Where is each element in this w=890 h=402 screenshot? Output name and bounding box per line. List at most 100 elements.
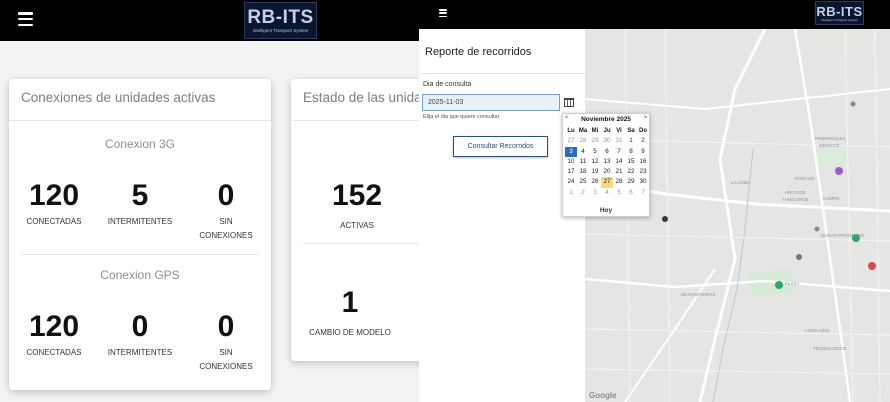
- section-title-3g: Conexion 3G: [104, 137, 176, 151]
- brand-logo: RB-ITS Intelligent Transport System: [815, 1, 864, 25]
- park-area: [815, 147, 847, 167]
- calendar-day[interactable]: 29: [589, 136, 601, 146]
- calendar-day[interactable]: 26: [589, 177, 601, 187]
- poi-marker[interactable]: [775, 281, 783, 289]
- calendar-day[interactable]: 23: [637, 167, 649, 177]
- metric-active-units: 152 ACTIVAS: [301, 181, 413, 233]
- calendar-icon: [564, 97, 574, 107]
- map-label: Campo: [823, 196, 840, 201]
- metric-label: INTERMITENTES: [107, 348, 173, 357]
- map-attribution: Google: [589, 391, 617, 400]
- calendar-day[interactable]: 22: [625, 167, 637, 177]
- calendar-day[interactable]: 1: [565, 188, 577, 198]
- calendar-day[interactable]: 29: [625, 177, 637, 187]
- calendar-day[interactable]: 16: [637, 157, 649, 167]
- calendar-weekday: Lu: [567, 128, 575, 134]
- calendar-day[interactable]: 15: [625, 157, 637, 167]
- metric-label-line2: CONEXIONES: [199, 362, 253, 371]
- calendar-day[interactable]: 25: [577, 177, 589, 187]
- calendar-day[interactable]: 30: [601, 136, 613, 146]
- dashboard-pane: RB-ITS Intelligent Transport System Cone…: [0, 0, 419, 402]
- calendar-day[interactable]: 27: [601, 177, 613, 188]
- panel-title: Reporte de recorridos: [425, 46, 532, 58]
- consult-trips-button[interactable]: Consultar Recorridos: [453, 136, 548, 157]
- calendar-day[interactable]: 30: [637, 177, 649, 187]
- next-month-button[interactable]: >: [643, 115, 647, 121]
- map-label: Maganiteiros: [681, 292, 716, 297]
- metric-label: SIN: [219, 348, 233, 357]
- calendar-day[interactable]: 7: [613, 147, 625, 157]
- calendar-day[interactable]: 12: [589, 157, 601, 167]
- map-label: Rancho: [795, 176, 815, 181]
- menu-icon[interactable]: [439, 9, 447, 17]
- screen: RB-ITS Intelligent Transport System Cone…: [0, 0, 890, 402]
- unit-status-card: Estado de las unidades 152 ACTIVAS 1 CAM…: [291, 79, 419, 361]
- poi-marker[interactable]: [662, 216, 668, 222]
- calendar-day[interactable]: 13: [601, 157, 613, 167]
- date-input[interactable]: [422, 94, 560, 111]
- poi-marker[interactable]: [814, 226, 820, 232]
- calendar-day[interactable]: 5: [589, 147, 601, 157]
- calendar-day[interactable]: 31: [613, 136, 625, 146]
- metric-value: 0: [217, 310, 235, 343]
- map-label: Loma Azul: [805, 328, 831, 333]
- brand-logo: RB-ITS Intelligent Transport System: [244, 2, 317, 39]
- metric-value: 120: [28, 310, 80, 343]
- logo-text: RB-ITS: [247, 6, 314, 28]
- calendar-weekday: Sa: [627, 128, 635, 134]
- calendar-day[interactable]: 11: [577, 157, 589, 167]
- metric-label: SIN: [219, 217, 233, 226]
- metric-3g-disconnected: 0 SIN CONEXIONES: [183, 181, 269, 243]
- calendar-day[interactable]: 3: [565, 146, 577, 157]
- map-label: Pedregales: [815, 136, 846, 141]
- calendar-day[interactable]: 28: [577, 136, 589, 146]
- calendar-day[interactable]: 6: [601, 147, 613, 157]
- calendar-day[interactable]: 8: [625, 147, 637, 157]
- calendar-weekday: Mi: [591, 128, 599, 134]
- calendar-day[interactable]: 28: [613, 177, 625, 187]
- metric-model-change: 1 CAMBIO DE MODELO: [291, 288, 409, 340]
- calendar-day[interactable]: 18: [577, 167, 589, 177]
- calendar-day[interactable]: 20: [601, 167, 613, 177]
- calendar-day[interactable]: 2: [637, 136, 649, 146]
- trip-report-pane: RB-ITS Intelligent Transport System PEDR…: [419, 0, 890, 402]
- logo-tagline: Intelligent Transport System: [252, 27, 309, 33]
- calendar-day[interactable]: 7: [637, 188, 649, 198]
- map-label: Hancorde: [783, 197, 809, 202]
- datepicker-popup: < Noviembre 2025 > Lu Ma Mi Ju Vi Sa Do 27 28 29 3…: [562, 113, 650, 217]
- calendar-day[interactable]: 4: [601, 188, 613, 198]
- metric-label: INTERMITENTES: [107, 217, 173, 226]
- major-road: [585, 88, 890, 111]
- metric-3g-connected: 120 CONECTADAS: [11, 181, 97, 229]
- poi-marker[interactable]: [796, 254, 802, 260]
- calendar-day[interactable]: 17: [565, 167, 577, 177]
- metric-label: CONECTADAS: [26, 348, 82, 357]
- divider: [303, 243, 419, 244]
- calendar-day[interactable]: 19: [589, 167, 601, 177]
- poi-marker[interactable]: [868, 262, 876, 270]
- calendar-toggle-button[interactable]: [562, 95, 576, 109]
- calendar-day[interactable]: 24: [565, 177, 577, 187]
- metric-value: 0: [217, 179, 235, 212]
- calendar-day[interactable]: 5: [613, 188, 625, 198]
- section-title-gps: Conexion GPS: [100, 268, 180, 282]
- map-label: Plaza: [785, 281, 800, 286]
- calendar-day[interactable]: 1: [625, 136, 637, 146]
- calendar-day[interactable]: 9: [637, 147, 649, 157]
- calendar-day[interactable]: 21: [613, 167, 625, 177]
- calendar-day[interactable]: 2: [577, 188, 589, 198]
- date-field-label: Dia de consulta: [423, 81, 472, 88]
- metric-label: CAMBIO DE MODELO: [309, 328, 391, 337]
- calendar-day[interactable]: 14: [613, 157, 625, 167]
- calendar-day[interactable]: 3: [589, 188, 601, 198]
- today-button[interactable]: Hoy: [563, 207, 649, 214]
- menu-icon[interactable]: [18, 12, 33, 26]
- poi-marker[interactable]: [850, 101, 856, 107]
- divider: [9, 120, 271, 121]
- calendar-day[interactable]: 27: [565, 136, 577, 146]
- calendar-day[interactable]: 10: [565, 157, 577, 167]
- calendar-day[interactable]: 6: [625, 188, 637, 198]
- calendar-day[interactable]: 4: [577, 147, 589, 157]
- card-title: Estado de las unidades: [303, 90, 419, 105]
- poi-marker[interactable]: [835, 167, 843, 175]
